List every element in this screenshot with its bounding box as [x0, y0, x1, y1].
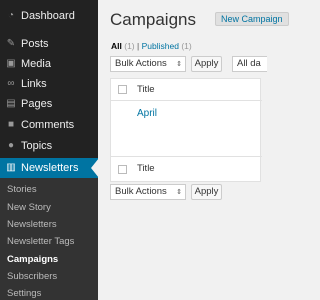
- topics-icon: ●: [7, 140, 15, 151]
- select-value: All da: [237, 58, 261, 69]
- pages-icon: ▤: [6, 98, 16, 109]
- nav-label: Comments: [21, 119, 75, 131]
- nav-label: Media: [21, 58, 51, 70]
- dashboard-icon: ◔: [7, 10, 15, 21]
- nav-comments[interactable]: ■ Comments: [0, 115, 98, 135]
- nav-pages[interactable]: ▤ Pages: [0, 94, 98, 114]
- select-arrow-icon: ⇕: [176, 61, 182, 68]
- pin-icon: ✎: [6, 38, 16, 49]
- dates-filter-select[interactable]: All da: [232, 56, 267, 72]
- table-header: Title: [111, 79, 262, 101]
- status-filters: All (1) | Published (1): [111, 41, 192, 51]
- apply-button-top[interactable]: Apply: [191, 56, 222, 72]
- nav-media[interactable]: ▣ Media: [0, 54, 98, 74]
- links-icon: ∞: [7, 78, 15, 89]
- column-title-footer[interactable]: Title: [137, 163, 155, 174]
- nav-label: Dashboard: [21, 10, 75, 22]
- bulk-actions-select-bottom[interactable]: Bulk Actions ⇕: [110, 184, 186, 200]
- row-title-link[interactable]: April: [137, 108, 157, 119]
- submenu-newsletters[interactable]: Newsletters: [7, 219, 57, 230]
- submenu-subscribers[interactable]: Subscribers: [7, 271, 57, 282]
- select-value: Bulk Actions: [115, 186, 167, 197]
- table-footer: Title: [111, 157, 262, 181]
- newsletters-submenu: Stories New Story Newsletters Newsletter…: [0, 178, 98, 300]
- media-icon: ▣: [6, 58, 16, 69]
- nav-label: Pages: [21, 98, 53, 110]
- select-arrow-icon: ⇕: [176, 189, 182, 196]
- apply-button-bottom[interactable]: Apply: [191, 184, 222, 200]
- nav-label: Topics: [21, 140, 53, 152]
- select-value: Bulk Actions: [115, 58, 167, 69]
- main-content: Campaigns New Campaign All (1) | Publish…: [98, 0, 289, 300]
- nav-label: Links: [21, 78, 47, 90]
- submenu-settings[interactable]: Settings: [7, 288, 41, 299]
- nav-dashboard[interactable]: ◔ Dashboard: [0, 6, 98, 26]
- submenu-new-story[interactable]: New Story: [7, 202, 51, 213]
- bulk-actions-select-top[interactable]: Bulk Actions ⇕: [110, 56, 186, 72]
- submenu-newsletter-tags[interactable]: Newsletter Tags: [7, 236, 74, 247]
- nav-label: Posts: [21, 38, 49, 50]
- nav-newsletters[interactable]: ▥ Newsletters: [0, 158, 99, 178]
- nav-label: Newsletters: [21, 162, 79, 174]
- comments-icon: ■: [7, 119, 15, 130]
- page-title: Campaigns: [110, 10, 196, 29]
- select-all-checkbox[interactable]: [118, 85, 127, 94]
- nav-topics[interactable]: ● Topics: [0, 136, 98, 156]
- campaigns-table: Title April Title: [110, 78, 262, 182]
- nav-links[interactable]: ∞ Links: [0, 74, 98, 94]
- admin-sidebar: ◔ Dashboard ✎ Posts ▣ Media ∞ Links ▤ Pa…: [0, 0, 99, 300]
- new-campaign-button[interactable]: New Campaign: [215, 12, 289, 26]
- column-title[interactable]: Title: [137, 84, 155, 95]
- nav-posts[interactable]: ✎ Posts: [0, 34, 98, 54]
- submenu-campaigns[interactable]: Campaigns: [7, 254, 58, 265]
- filter-separator: |: [137, 41, 140, 51]
- submenu-stories[interactable]: Stories: [7, 184, 37, 195]
- table-row: April: [111, 101, 262, 157]
- newsletters-icon: ▥: [6, 162, 16, 173]
- select-all-checkbox-footer[interactable]: [118, 165, 127, 174]
- filter-all[interactable]: All: [111, 41, 122, 51]
- filter-all-count: (1): [124, 41, 135, 51]
- filter-published[interactable]: Published: [142, 41, 179, 51]
- filter-published-count: (1): [181, 41, 192, 51]
